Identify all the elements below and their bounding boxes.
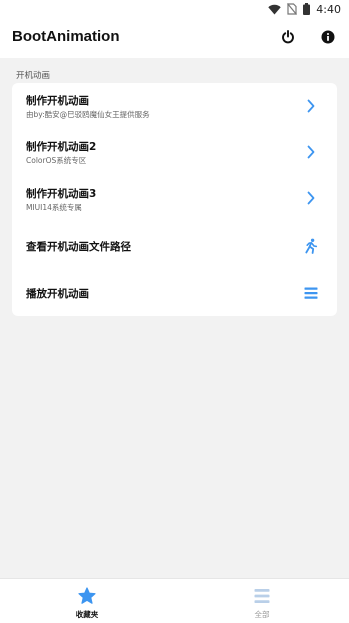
power-icon	[281, 29, 295, 48]
chevron-right-icon	[303, 187, 319, 209]
menu-row-make-animation-2[interactable]: 制作开机动画2 ColorOS系统专区	[12, 129, 337, 175]
status-bar: 4:40	[0, 0, 349, 18]
boot-animation-card: 制作开机动画 由by:酷安@巳驳鸥魔仙女王提供服务 制作开机动画2 ColorO…	[12, 83, 337, 316]
nav-label: 全部	[254, 610, 270, 619]
menu-row-play-animation[interactable]: 播放开机动画	[12, 269, 337, 315]
row-title: 查看开机动画文件路径	[26, 241, 131, 253]
battery-icon	[303, 3, 311, 15]
menu-icon	[303, 282, 319, 304]
nav-tab-all[interactable]: 全部	[175, 579, 349, 623]
menu-row-make-animation[interactable]: 制作开机动画 由by:酷安@巳驳鸥魔仙女王提供服务	[12, 83, 337, 129]
bottom-navigation: 收藏夹 全部	[0, 578, 349, 623]
chevron-right-icon	[303, 95, 319, 117]
app-bar: BootAnimation	[0, 18, 349, 58]
menu-row-view-file-path[interactable]: 查看开机动画文件路径	[12, 222, 337, 268]
info-icon	[321, 29, 335, 48]
wifi-icon	[268, 4, 281, 15]
list-icon	[253, 587, 271, 605]
row-subtitle: ColorOS系统专区	[26, 156, 87, 165]
info-button[interactable]	[317, 27, 339, 49]
status-icons: 4:40	[268, 2, 341, 16]
section-header: 开机动画	[16, 71, 51, 81]
nav-label: 收藏夹	[75, 610, 99, 619]
star-icon	[78, 587, 96, 605]
chevron-right-icon	[303, 141, 319, 163]
app-title: BootAnimation	[12, 28, 120, 45]
power-button[interactable]	[277, 27, 299, 49]
row-title: 制作开机动画	[26, 95, 89, 107]
row-title: 制作开机动画2	[26, 141, 97, 153]
menu-row-make-animation-3[interactable]: 制作开机动画3 MIUI14系统专属	[12, 175, 337, 221]
running-person-icon	[303, 235, 319, 257]
row-subtitle: MIUI14系统专属	[26, 203, 82, 212]
row-title: 播放开机动画	[26, 288, 89, 300]
no-sim-icon	[287, 3, 298, 15]
nav-tab-favorites[interactable]: 收藏夹	[0, 579, 174, 623]
row-title: 制作开机动画3	[26, 188, 97, 200]
row-subtitle: 由by:酷安@巳驳鸥魔仙女王提供服务	[26, 110, 150, 119]
clock-time: 4:40	[316, 2, 341, 16]
